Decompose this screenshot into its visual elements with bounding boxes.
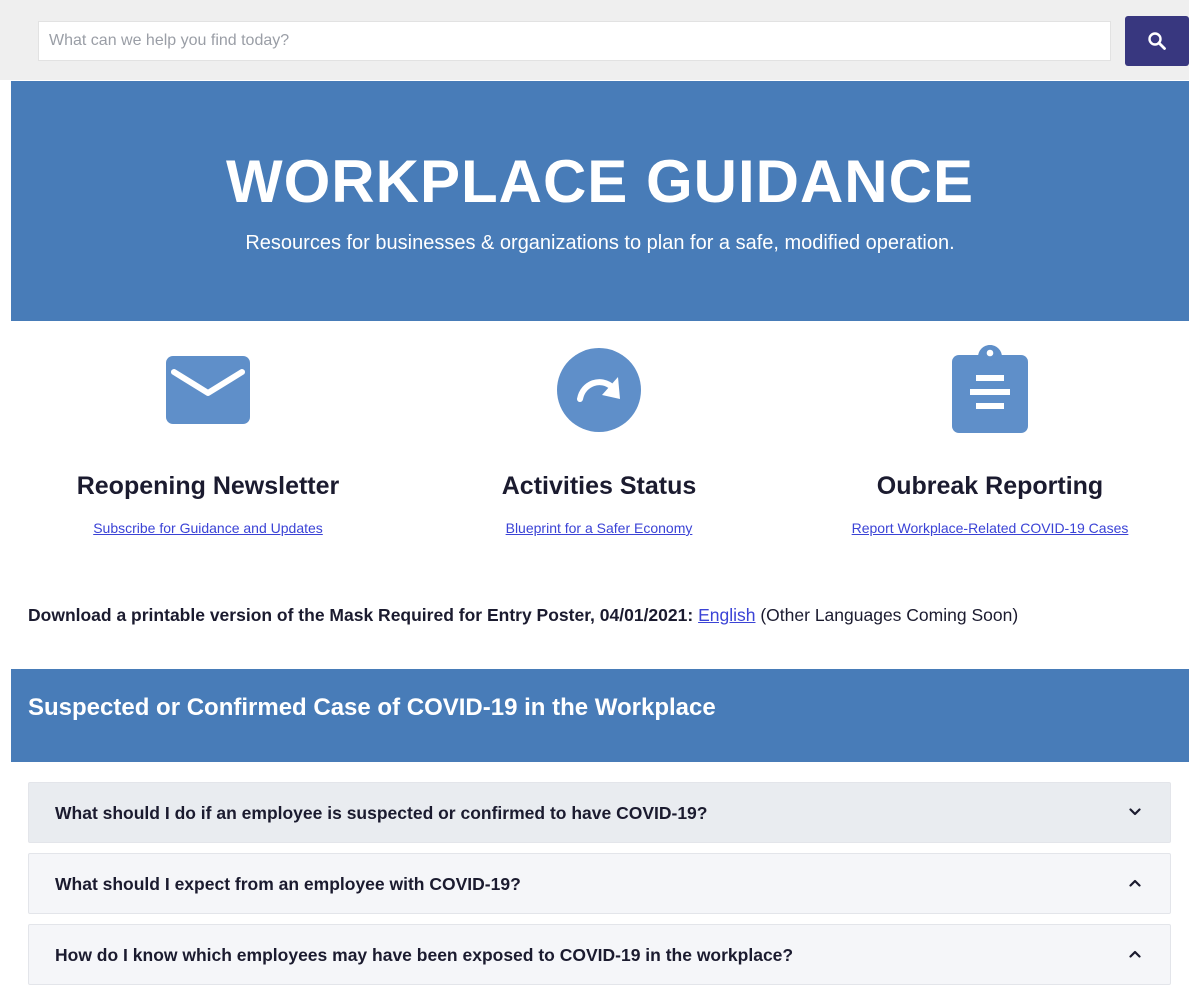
search-input[interactable] — [38, 21, 1111, 61]
chevron-up-icon — [1129, 950, 1141, 958]
subscribe-link[interactable]: Subscribe for Guidance and Updates — [28, 519, 388, 537]
english-poster-link[interactable]: English — [698, 605, 755, 625]
download-lead: Download a printable version of the Mask… — [28, 605, 694, 625]
page-title: WORKPLACE GUIDANCE — [226, 148, 974, 215]
search-button[interactable] — [1125, 16, 1189, 66]
accordion-question: What should I do if an employee is suspe… — [55, 803, 708, 823]
blueprint-link[interactable]: Blueprint for a Safer Economy — [419, 519, 779, 537]
download-note: (Other Languages Coming Soon) — [760, 605, 1019, 625]
accordion-item[interactable]: What should I expect from an employee wi… — [28, 853, 1171, 914]
feature-title: Reopening Newsletter — [76, 472, 340, 500]
clipboard-icon — [952, 344, 1028, 433]
envelope-icon — [166, 355, 250, 424]
section-title: Suspected or Confirmed Case of COVID-19 … — [28, 694, 716, 721]
feature-cards: Reopening Newsletter Subscribe for Guida… — [11, 330, 1189, 560]
search-icon — [1148, 32, 1166, 50]
accordion-question: How do I know which employees may have b… — [55, 945, 794, 965]
feature-title: Oubreak Reporting — [876, 472, 1104, 500]
hero-subtitle: Resources for businesses & organizations… — [245, 232, 955, 254]
download-poster-line: Download a printable version of the Mask… — [28, 603, 1018, 627]
accordion-question: What should I expect from an employee wi… — [55, 874, 521, 894]
chevron-down-icon — [1129, 808, 1141, 816]
hero-banner: WORKPLACE GUIDANCE Resources for busines… — [11, 81, 1189, 321]
section-header: Suspected or Confirmed Case of COVID-19 … — [11, 669, 1189, 762]
search-bar — [0, 0, 1189, 80]
chevron-up-icon — [1129, 879, 1141, 887]
redo-arrow-icon — [557, 347, 641, 432]
accordion-item[interactable]: What should I do if an employee is suspe… — [28, 782, 1171, 843]
accordion-item[interactable]: How do I know which employees may have b… — [28, 924, 1171, 985]
feature-title: Activities Status — [501, 472, 697, 500]
report-cases-link[interactable]: Report Workplace-Related COVID-19 Cases — [810, 519, 1170, 537]
